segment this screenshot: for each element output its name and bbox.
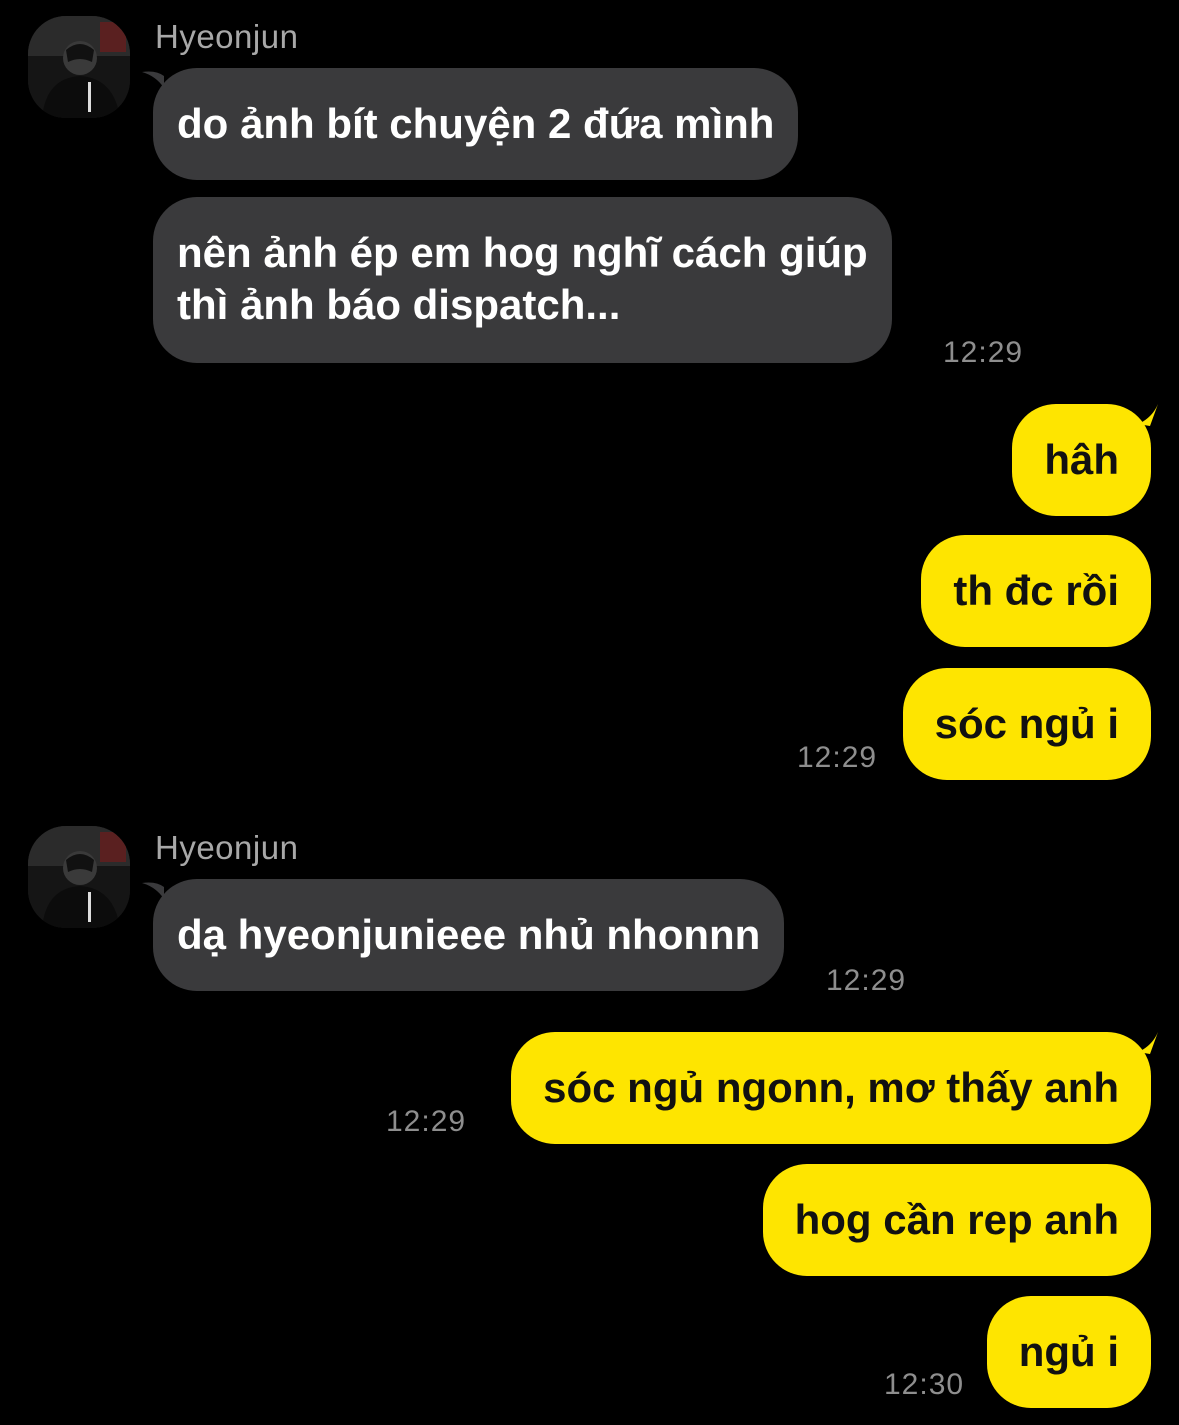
message-bubble-outgoing[interactable]: sóc ngủ ngonn, mơ thấy anh: [511, 1032, 1151, 1144]
message-timestamp: 12:30: [884, 1368, 965, 1401]
message-bubble-outgoing[interactable]: sóc ngủ i: [902, 668, 1151, 780]
message-bubble-outgoing[interactable]: th đc rồi: [921, 535, 1151, 647]
profile-photo-icon: [28, 826, 130, 928]
message-bubble-outgoing[interactable]: ngủ i: [986, 1296, 1151, 1408]
message-timestamp: 12:29: [797, 741, 878, 774]
message-timestamp: 12:29: [386, 1105, 467, 1138]
message-timestamp: 12:29: [943, 336, 1024, 369]
message-bubble-outgoing[interactable]: hâh: [1012, 404, 1151, 516]
message-bubble-incoming[interactable]: do ảnh bít chuyện 2 đứa mình: [153, 68, 799, 180]
message-timestamp: 12:29: [826, 964, 907, 997]
chat-view: Hyeonjun do ảnh bít chuyện 2 đứa mình nê…: [0, 0, 1179, 1425]
message-bubble-incoming[interactable]: dạ hyeonjunieee nhủ nhonnn: [153, 879, 785, 991]
sender-avatar[interactable]: [28, 16, 130, 118]
sender-name: Hyeonjun: [155, 829, 299, 866]
sender-avatar[interactable]: [28, 826, 130, 928]
message-bubble-outgoing[interactable]: hog cần rep anh: [762, 1164, 1151, 1276]
message-bubble-incoming[interactable]: nên ảnh ép em hog nghĩ cách giúp thì ảnh…: [153, 197, 892, 363]
sender-name: Hyeonjun: [155, 18, 299, 55]
profile-photo-icon: [28, 16, 130, 118]
